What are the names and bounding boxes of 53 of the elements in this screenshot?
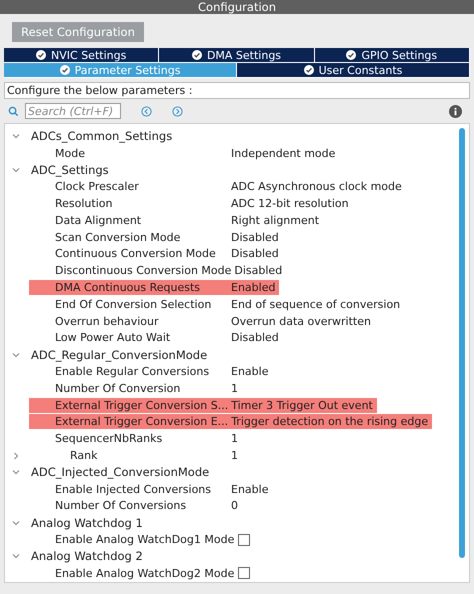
parameter-value[interactable]: 1	[231, 449, 238, 462]
group-label: Analog Watchdog 2	[31, 549, 143, 564]
parameter-name: Clock Prescaler	[55, 180, 140, 194]
parameter-value[interactable]: Overrun data overwritten	[231, 314, 371, 328]
parameter-value[interactable]: Disabled	[231, 331, 279, 344]
group-label: ADCs_Common_Settings	[31, 129, 172, 144]
parameter-name: Data Alignment	[55, 214, 142, 227]
parameter-value[interactable]: 0	[231, 499, 238, 512]
parameter-name: Enable Injected Conversions	[55, 482, 212, 496]
parameter-name: Rank	[69, 449, 98, 462]
parameter-name: Mode	[55, 146, 86, 160]
parameter-name: Enable Regular Conversions	[55, 365, 210, 378]
parameter-value[interactable]: Disabled	[231, 230, 279, 244]
parameter-name: DMA Continuous Requests	[55, 281, 202, 294]
parameter-name: Enable Analog WatchDog2 Mode	[55, 566, 236, 580]
parameter-value[interactable]: ADC Asynchronous clock mode	[231, 180, 402, 194]
window-title: Configuration	[0, 0, 474, 14]
settings-tab[interactable]: GPIO Settings	[314, 48, 470, 62]
parameter-value[interactable]: Enable	[231, 482, 268, 496]
parameter-value[interactable]: Enabled	[231, 281, 276, 294]
parameter-name: Low Power Auto Wait	[55, 331, 172, 344]
parameter-value[interactable]: End of sequence of conversion	[231, 298, 400, 311]
parameter-value[interactable]: Independent mode	[231, 146, 336, 160]
parameter-name: Scan Conversion Mode	[55, 230, 182, 244]
parameter-name: External Trigger Conversion S...	[55, 398, 230, 412]
parameter-name: End Of Conversion Selection	[55, 298, 212, 311]
parameter-name: SequencerNbRanks	[55, 432, 164, 446]
settings-tab[interactable]: NVIC Settings	[4, 48, 160, 62]
parameter-name: External Trigger Conversion E...	[55, 415, 230, 428]
description-text: Configure the below parameters :	[4, 82, 470, 99]
search-field[interactable]: Search (Ctrl+F)	[25, 103, 121, 119]
group-label: Analog Watchdog 1	[31, 516, 143, 530]
parameter-value[interactable]: 1	[231, 432, 238, 446]
parameter-name: Continuous Conversion Mode	[55, 247, 217, 260]
group-label: ADC_Regular_ConversionMode	[31, 348, 208, 362]
parameter-value[interactable]: Disabled	[231, 247, 279, 260]
parameter-value[interactable]: Trigger detection on the rising edge	[231, 415, 428, 428]
group-label: ADC_Injected_ConversionMode	[31, 465, 210, 480]
parameter-value[interactable]: Timer 3 Trigger Out event	[231, 398, 373, 412]
parameter-value[interactable]: Disabled	[234, 264, 282, 278]
parameter-name: Enable Analog WatchDog1 Mode	[55, 533, 236, 546]
group-label: ADC_Settings	[31, 162, 109, 177]
parameter-name: Number Of Conversion	[55, 382, 182, 395]
parameter-name: Resolution	[55, 197, 114, 210]
parameter-value[interactable]: Right alignment	[231, 214, 320, 227]
settings-tab[interactable]: DMA Settings	[159, 48, 315, 62]
parameter-value[interactable]: Enable	[231, 365, 268, 378]
parameter-value[interactable]: 1	[231, 382, 238, 395]
parameter-name: Overrun behaviour	[55, 314, 160, 328]
parameter-value[interactable]: ADC 12-bit resolution	[231, 197, 349, 210]
settings-tab[interactable]: User Constants	[237, 63, 470, 77]
parameter-name: Discontinuous Conversion Mode	[55, 264, 232, 278]
parameter-name: Number Of Conversions	[55, 499, 188, 512]
